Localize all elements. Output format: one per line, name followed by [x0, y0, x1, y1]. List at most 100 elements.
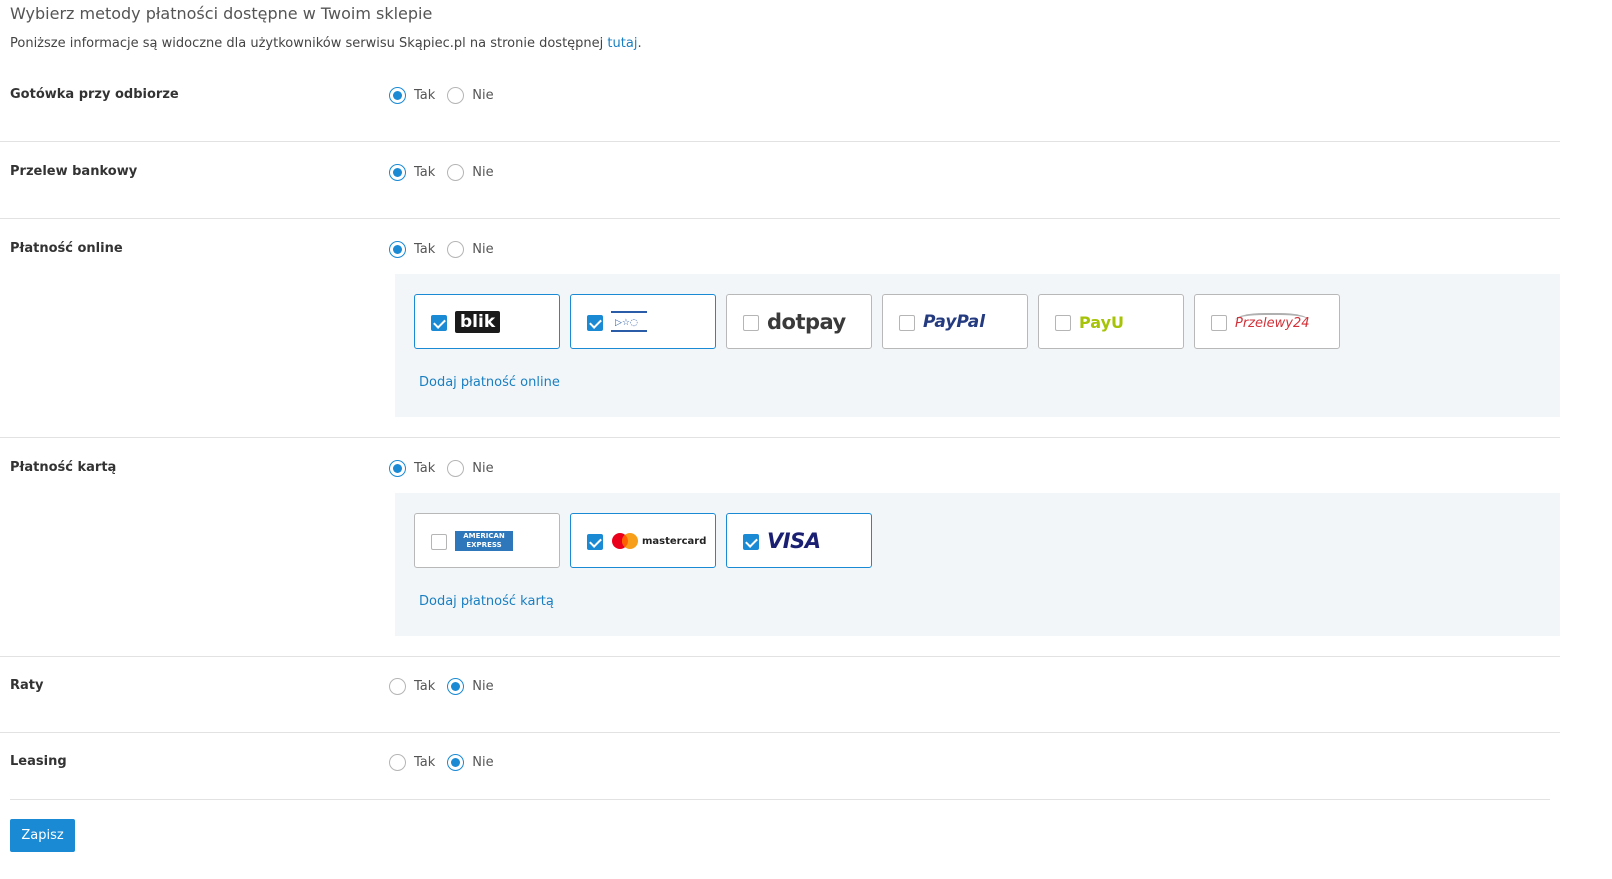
provider-tile-blik[interactable]: blik: [414, 294, 560, 349]
divider: [0, 437, 1560, 438]
provider-tile-visa[interactable]: VISA: [726, 513, 872, 568]
checkbox-mastercard[interactable]: [587, 534, 603, 550]
add-card-payment-link[interactable]: Dodaj płatność kartą: [419, 594, 554, 609]
divider: [0, 218, 1560, 219]
provider-tile-dotpay[interactable]: dotpay: [726, 294, 872, 349]
radio-group-cash: Tak Nie: [389, 87, 506, 104]
radio-transfer-no-label: Nie: [472, 165, 494, 180]
radio-group-online: Tak Nie: [389, 241, 506, 258]
radio-transfer-yes-label: Tak: [414, 165, 436, 180]
intro-text: Poniższe informacje są widoczne dla użyt…: [10, 36, 642, 51]
add-online-payment-link[interactable]: Dodaj płatność online: [419, 375, 560, 390]
radio-installments-no-control[interactable]: [447, 678, 465, 695]
checkbox-bank[interactable]: [587, 315, 603, 331]
divider: [10, 799, 1550, 800]
radio-installments-yes[interactable]: Tak: [389, 678, 435, 695]
online-provider-tiles: blik ▷☆◌ dotpay PayPal PayU Przelewy24: [414, 294, 1350, 349]
radio-online-yes[interactable]: Tak: [389, 241, 435, 258]
radio-cash-yes-label: Tak: [414, 88, 436, 103]
provider-tile-bank[interactable]: ▷☆◌: [570, 294, 716, 349]
radio-online-no[interactable]: Nie: [447, 241, 494, 258]
radio-card-yes[interactable]: Tak: [389, 460, 435, 477]
intro-link[interactable]: tutaj: [607, 36, 637, 51]
row-label-card: Płatność kartą: [10, 460, 117, 475]
radio-cash-no-control[interactable]: [447, 87, 465, 104]
row-label-installments: Raty: [10, 678, 44, 693]
checkbox-payu[interactable]: [1055, 315, 1071, 331]
radio-leasing-yes-control[interactable]: [389, 754, 406, 771]
radio-card-no[interactable]: Nie: [447, 460, 494, 477]
paypal-logo: PayPal: [923, 309, 985, 335]
radio-online-no-label: Nie: [472, 242, 494, 257]
radio-online-yes-label: Tak: [414, 242, 436, 257]
dotpay-logo: dotpay: [767, 309, 846, 335]
radio-installments-yes-control[interactable]: [389, 678, 406, 695]
radio-card-yes-label: Tak: [414, 461, 436, 476]
radio-transfer-no[interactable]: Nie: [447, 164, 494, 181]
paypal-logo-text: PayPal: [923, 312, 986, 332]
bank-logo: ▷☆◌: [611, 309, 647, 335]
radio-leasing-yes-label: Tak: [414, 755, 436, 770]
payu-logo-text: PayU: [1079, 312, 1125, 332]
intro-text-end: .: [637, 36, 642, 51]
provider-tile-mastercard[interactable]: mastercard: [570, 513, 716, 568]
radio-leasing-no[interactable]: Nie: [447, 754, 494, 771]
przelewy24-logo-text: Przelewy24: [1235, 313, 1310, 331]
row-label-cash: Gotówka przy odbiorze: [10, 87, 179, 102]
visa-logo-text: VISA: [767, 529, 821, 553]
checkbox-paypal[interactable]: [899, 315, 915, 331]
checkbox-american-express[interactable]: [431, 534, 447, 550]
radio-leasing-yes[interactable]: Tak: [389, 754, 435, 771]
online-providers-panel: blik ▷☆◌ dotpay PayPal PayU Przelewy24 D…: [395, 274, 1560, 417]
provider-tile-paypal[interactable]: PayPal: [882, 294, 1028, 349]
radio-card-yes-control[interactable]: [389, 460, 406, 477]
radio-cash-yes[interactable]: Tak: [389, 87, 435, 104]
divider: [0, 656, 1560, 657]
card-providers-panel: AMERICAN EXPRESS mastercard VISA Dodaj p…: [395, 493, 1560, 636]
radio-group-card: Tak Nie: [389, 460, 506, 477]
mastercard-logo: mastercard: [611, 528, 706, 554]
divider: [0, 732, 1560, 733]
page-title: Wybierz metody płatności dostępne w Twoi…: [10, 4, 433, 23]
visa-logo: VISA: [767, 528, 821, 554]
divider: [0, 141, 1560, 142]
radio-online-no-control[interactable]: [447, 241, 465, 258]
save-button[interactable]: Zapisz: [10, 819, 75, 852]
radio-installments-no-label: Nie: [472, 679, 494, 694]
checkbox-visa[interactable]: [743, 534, 759, 550]
svg-text:▷☆◌: ▷☆◌: [615, 318, 638, 328]
radio-cash-yes-control[interactable]: [389, 87, 406, 104]
checkbox-dotpay[interactable]: [743, 315, 759, 331]
radio-transfer-yes[interactable]: Tak: [389, 164, 435, 181]
blik-logo: blik: [455, 309, 501, 335]
checkbox-blik[interactable]: [431, 315, 447, 331]
radio-transfer-no-control[interactable]: [447, 164, 465, 181]
row-label-leasing: Leasing: [10, 754, 67, 769]
row-label-online: Płatność online: [10, 241, 123, 256]
mastercard-logo-text: mastercard: [642, 535, 707, 547]
payu-logo: PayU: [1079, 309, 1124, 335]
provider-tile-american-express[interactable]: AMERICAN EXPRESS: [414, 513, 560, 568]
radio-leasing-no-control[interactable]: [447, 754, 465, 771]
radio-cash-no[interactable]: Nie: [447, 87, 494, 104]
przelewy24-logo: Przelewy24: [1235, 309, 1310, 335]
provider-tile-przelewy24[interactable]: Przelewy24: [1194, 294, 1340, 349]
radio-transfer-yes-control[interactable]: [389, 164, 406, 181]
radio-group-leasing: Tak Nie: [389, 754, 506, 771]
dotpay-logo-text: dotpay: [767, 310, 846, 334]
radio-online-yes-control[interactable]: [389, 241, 406, 258]
provider-tile-payu[interactable]: PayU: [1038, 294, 1184, 349]
row-label-transfer: Przelew bankowy: [10, 164, 138, 179]
radio-card-no-label: Nie: [472, 461, 494, 476]
checkbox-przelewy24[interactable]: [1211, 315, 1227, 331]
intro-text-body: Poniższe informacje są widoczne dla użyt…: [10, 36, 608, 51]
radio-cash-no-label: Nie: [472, 88, 494, 103]
radio-installments-no[interactable]: Nie: [447, 678, 494, 695]
blik-logo-text: blik: [455, 311, 501, 333]
radio-group-transfer: Tak Nie: [389, 164, 506, 181]
card-provider-tiles: AMERICAN EXPRESS mastercard VISA: [414, 513, 882, 568]
american-express-logo: AMERICAN EXPRESS: [455, 528, 513, 554]
radio-leasing-no-label: Nie: [472, 755, 494, 770]
radio-card-no-control[interactable]: [447, 460, 465, 477]
radio-installments-yes-label: Tak: [414, 679, 436, 694]
